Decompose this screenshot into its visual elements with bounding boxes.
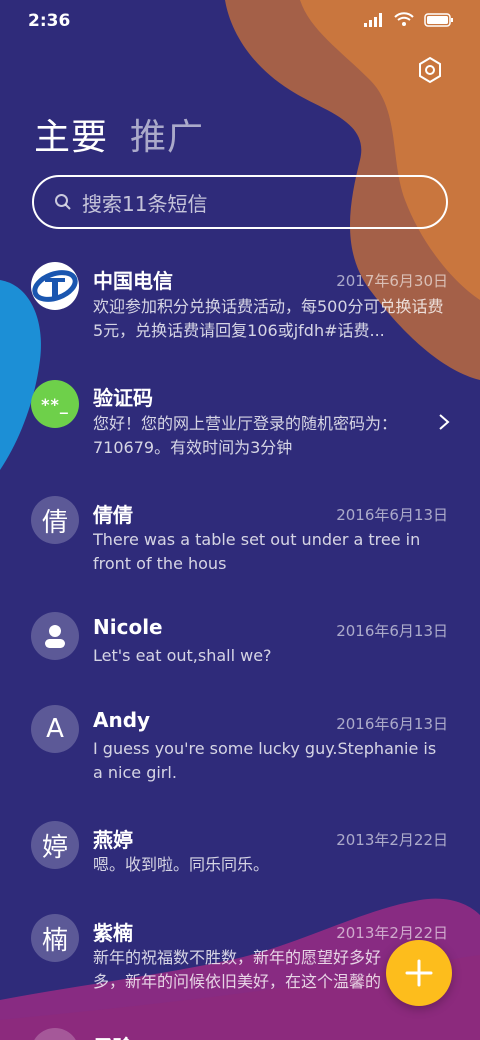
tab-bar: 主要 推广 [34, 108, 204, 160]
contact-name: 燕婷 [93, 828, 133, 852]
avatar: A [31, 705, 79, 753]
plus-icon [405, 959, 433, 987]
contact-name: Andy [93, 708, 151, 732]
signal-icon [364, 12, 382, 27]
message-preview: Let's eat out,shall we? [93, 646, 272, 665]
avatar: 婷 [31, 821, 79, 869]
gear-icon [419, 56, 441, 84]
message-date: 2016年6月13日 [336, 715, 448, 733]
battery-icon [424, 12, 453, 27]
avatar [31, 1028, 79, 1040]
avatar [31, 612, 79, 660]
message-date: 2016年6月13日 [336, 506, 448, 524]
chevron-right-icon[interactable] [438, 413, 450, 431]
avatar: 楠 [31, 914, 79, 962]
tab-promotions[interactable]: 推广 [130, 108, 204, 160]
conversation-item[interactable]: 倩 倩倩 2016年6月13日 There was a table set ou… [0, 496, 480, 596]
message-preview: I guess you're some lucky guy.Stephanie … [93, 739, 437, 782]
compose-button[interactable] [386, 940, 452, 1006]
conversation-item[interactable]: Nicole 2016年6月13日 Let's eat out,shall we… [0, 612, 480, 692]
avatar: **_ [31, 380, 79, 428]
search-input[interactable]: 搜索11条短信 [32, 175, 448, 229]
message-preview: 您好！您的网上营业厅登录的随机密码为：710679。有效时间为3分钟 [93, 414, 398, 457]
contact-name: 紫楠 [93, 921, 133, 945]
contact-name: 子琀 [93, 1031, 133, 1040]
avatar [31, 262, 79, 310]
contact-name: 倩倩 [93, 503, 133, 527]
status-icons [364, 12, 454, 27]
search-icon [55, 194, 71, 210]
status-bar: 2:36 [0, 0, 480, 40]
message-preview: 欢迎参加积分兑换话费活动，每500分可兑换话费5元，兑换话费请回复106或jfd… [93, 297, 444, 340]
wifi-icon [394, 12, 414, 26]
search-placeholder: 搜索11条短信 [82, 191, 208, 216]
tab-primary[interactable]: 主要 [34, 108, 108, 160]
china-telecom-logo-icon [32, 263, 78, 309]
message-preview: 新年的祝福数不胜数，新年的愿望好多好多，新年的问候依旧美好，在这个温馨的时刻 [93, 948, 382, 991]
message-date: 2016年6月13日 [336, 622, 448, 640]
conversation-item[interactable]: 子琀 [0, 1028, 480, 1040]
message-date: 2017年6月30日 [336, 272, 448, 290]
contact-name: 中国电信 [93, 269, 173, 293]
settings-button[interactable] [416, 56, 444, 84]
conversation-item[interactable]: A Andy 2016年6月13日 I guess you're some lu… [0, 705, 480, 805]
contact-name: 验证码 [93, 386, 153, 410]
status-time: 2:36 [28, 11, 71, 31]
message-date: 2013年2月22日 [336, 924, 448, 942]
contact-name: Nicole [93, 615, 163, 639]
message-preview: 嗯。收到啦。同乐同乐。 [93, 855, 270, 874]
conversation-item[interactable]: 婷 燕婷 2013年2月22日 嗯。收到啦。同乐同乐。 [0, 821, 480, 901]
avatar: 倩 [31, 496, 79, 544]
conversation-item[interactable]: **_ 验证码 您好！您的网上营业厅登录的随机密码为：710679。有效时间为3… [0, 380, 480, 480]
person-icon [45, 625, 65, 648]
message-preview: There was a table set out under a tree i… [93, 530, 421, 573]
message-date: 2013年2月22日 [336, 831, 448, 849]
conversation-item[interactable]: 中国电信 2017年6月30日 欢迎参加积分兑换话费活动，每500分可兑换话费5… [0, 262, 480, 362]
